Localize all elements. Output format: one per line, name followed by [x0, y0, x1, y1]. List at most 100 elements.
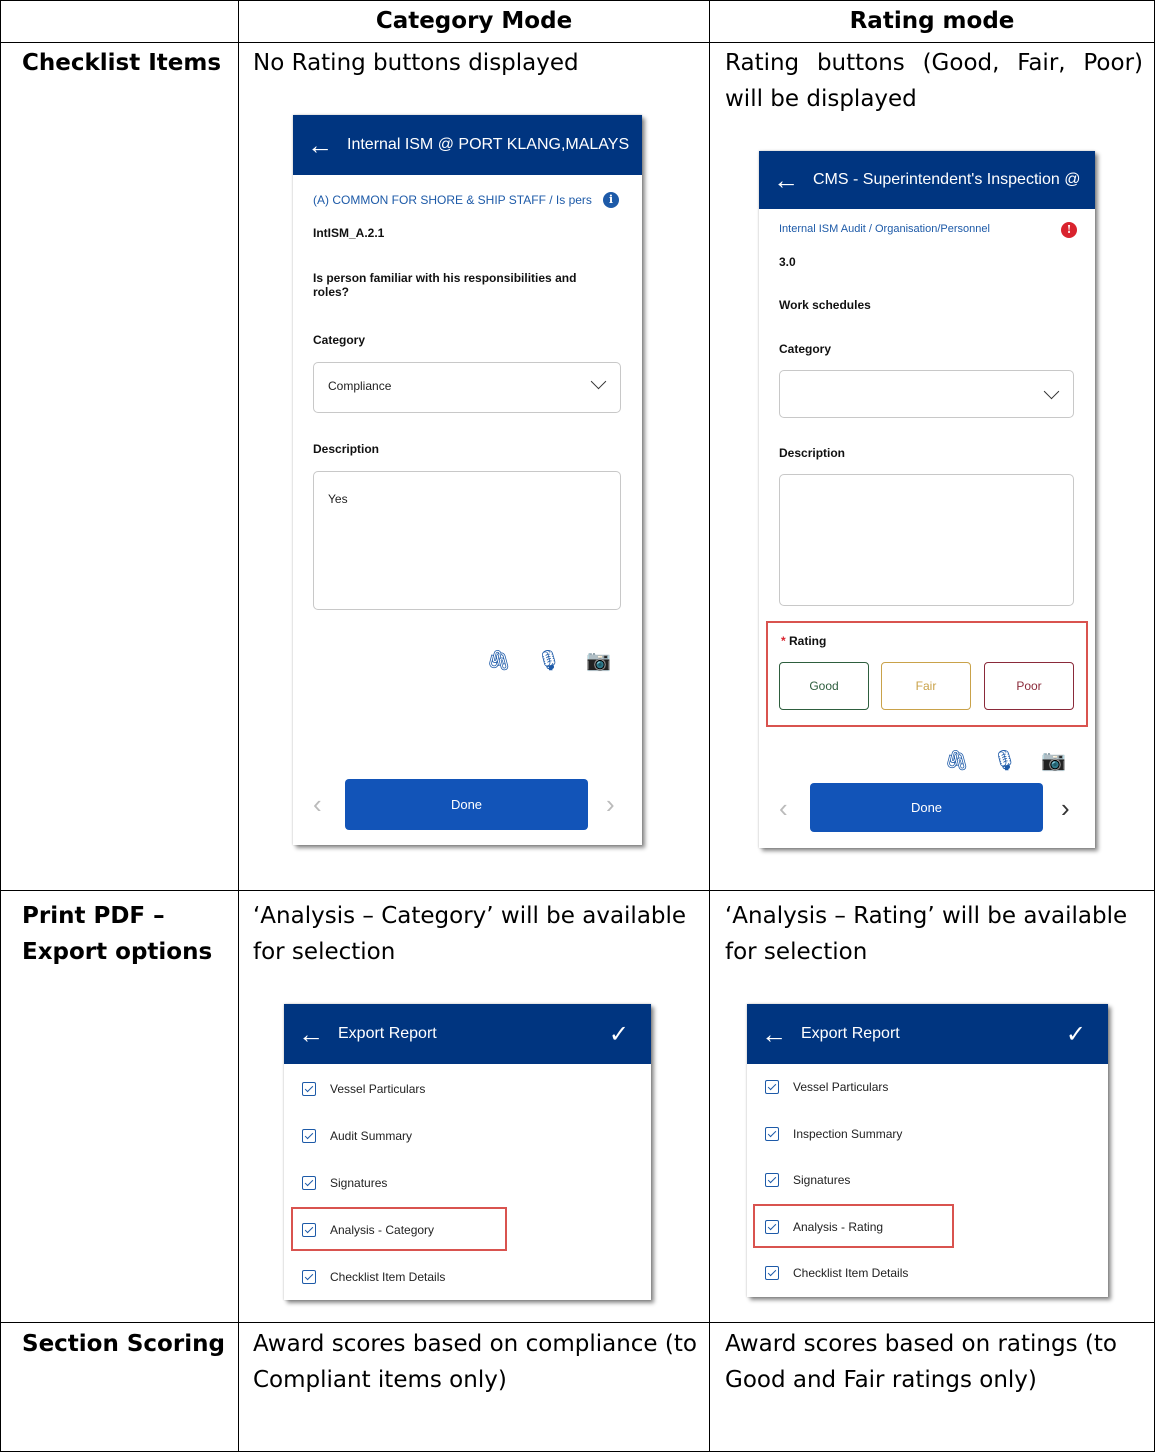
export-option-label: Inspection Summary [793, 1127, 903, 1141]
category-label: Category [779, 342, 832, 356]
table-row-divider [0, 1322, 1155, 1323]
question-text: Work schedules [779, 298, 871, 312]
rating-checklist-text: Rating buttons (Good, Fair, Poor) will b… [725, 50, 1143, 112]
chevron-down-icon [1043, 383, 1060, 400]
app-bar: ← Internal ISM @ PORT KLANG,MALAYS [293, 115, 642, 175]
checkbox-icon[interactable] [302, 1270, 316, 1284]
checkbox-icon[interactable] [765, 1127, 779, 1141]
export-option[interactable]: Vessel Particulars [765, 1080, 888, 1094]
back-arrow-icon[interactable]: ← [298, 1021, 324, 1047]
back-arrow-icon[interactable]: ← [307, 132, 333, 158]
export-report-category: ← Export Report ✓ Vessel Particulars Aud… [284, 1004, 651, 1300]
chevron-down-icon [590, 373, 607, 390]
export-report-rating: ← Export Report ✓ Vessel Particulars Ins… [747, 1004, 1108, 1297]
done-button[interactable]: Done [345, 779, 588, 830]
row-label-checklist-items: Checklist Items [22, 50, 222, 76]
export-option-analysis[interactable]: Analysis - Category [302, 1223, 434, 1237]
chevron-right-icon[interactable]: › [1061, 795, 1070, 821]
export-option-label: Signatures [330, 1176, 388, 1190]
microphone-icon[interactable]: 🎙 [536, 648, 561, 673]
required-marker: * [781, 634, 786, 648]
app-bar: ← Export Report ✓ [284, 1004, 651, 1064]
item-code: IntISM_A.2.1 [313, 226, 385, 240]
category-value: Compliance [328, 379, 392, 393]
checkbox-icon[interactable] [765, 1173, 779, 1187]
paperclip-icon[interactable]: 🖇 [944, 748, 969, 773]
export-option-label: Checklist Item Details [793, 1266, 909, 1280]
app-bar: ← CMS - Superintendent's Inspection @ [759, 151, 1095, 209]
checkbox-icon[interactable] [302, 1223, 316, 1237]
microphone-icon[interactable]: 🎙 [992, 748, 1017, 773]
checkbox-icon[interactable] [765, 1220, 779, 1234]
chevron-left-icon[interactable]: ‹ [779, 795, 788, 821]
export-option[interactable]: Vessel Particulars [302, 1082, 425, 1096]
description-label: Description [779, 446, 846, 460]
export-title: Export Report [801, 1025, 900, 1042]
export-option-label: Analysis - Rating [793, 1220, 884, 1234]
rating-fair-button[interactable]: Fair [881, 662, 971, 710]
header-rating-mode: Rating mode [849, 8, 1015, 34]
export-option-label: Vessel Particulars [793, 1080, 889, 1094]
rating-poor-button[interactable]: Poor [984, 662, 1074, 710]
app-bar: ← Export Report ✓ [747, 1004, 1108, 1064]
category-scoring-text: Award scores based on compliance (to Com… [253, 1331, 697, 1393]
breadcrumb: (A) COMMON FOR SHORE & SHIP STAFF / Is p… [313, 193, 592, 207]
export-option-label: Checklist Item Details [330, 1270, 446, 1284]
rating-scoring-text: Award scores based on ratings (to Good a… [725, 1331, 1117, 1393]
category-export-text: ‘Analysis – Category’ will be available … [253, 903, 687, 965]
export-option-label: Audit Summary [330, 1129, 413, 1143]
table-border-top [0, 0, 1155, 1]
row-label-print-pdf: Print PDF – Export options [22, 903, 213, 965]
screen-title: Internal ISM @ PORT KLANG,MALAYS [347, 136, 630, 153]
paperclip-icon[interactable]: 🖇 [486, 648, 511, 673]
breadcrumb: Internal ISM Audit / Organisation/Person… [779, 223, 990, 235]
export-title: Export Report [338, 1025, 437, 1042]
checkbox-icon[interactable] [765, 1080, 779, 1094]
chevron-left-icon[interactable]: ‹ [313, 791, 322, 817]
table-border-left [0, 0, 1, 1452]
export-option[interactable]: Audit Summary [302, 1129, 412, 1143]
info-icon[interactable]: i [603, 192, 619, 208]
checkbox-icon[interactable] [302, 1176, 316, 1190]
camera-icon[interactable]: 📷 [1041, 748, 1066, 773]
description-label: Description [313, 442, 380, 456]
description-field[interactable]: Yes [313, 471, 621, 610]
export-option[interactable]: Inspection Summary [765, 1127, 902, 1141]
description-field[interactable] [779, 474, 1074, 606]
phone-screenshot-category: ← Internal ISM @ PORT KLANG,MALAYS (A) C… [293, 115, 642, 845]
table-row-divider [0, 42, 1155, 43]
export-option[interactable]: Checklist Item Details [765, 1266, 908, 1280]
category-select[interactable]: Compliance [313, 362, 621, 413]
back-arrow-icon[interactable]: ← [773, 167, 799, 193]
export-option[interactable]: Signatures [765, 1173, 850, 1187]
camera-icon[interactable]: 📷 [586, 648, 611, 673]
done-button[interactable]: Done [810, 783, 1043, 832]
table-column-divider [709, 0, 710, 1452]
question-text: Is person familiar with his responsibili… [313, 271, 577, 299]
header-category-mode: Category Mode [375, 8, 573, 34]
description-value: Yes [328, 492, 348, 506]
checkmark-icon[interactable]: ✓ [1066, 1020, 1086, 1049]
checkbox-icon[interactable] [302, 1129, 316, 1143]
checkmark-icon[interactable]: ✓ [609, 1020, 629, 1049]
export-option[interactable]: Signatures [302, 1176, 387, 1190]
export-option-label: Vessel Particulars [330, 1082, 426, 1096]
rating-good-button[interactable]: Good [779, 662, 869, 710]
item-code: 3.0 [779, 255, 796, 269]
export-option-analysis[interactable]: Analysis - Rating [765, 1220, 883, 1234]
category-checklist-text: No Rating buttons displayed [253, 50, 579, 76]
table-column-divider [238, 0, 239, 1452]
checkbox-icon[interactable] [302, 1082, 316, 1096]
screen-title: CMS - Superintendent's Inspection @ [813, 171, 1081, 188]
category-label: Category [313, 333, 366, 347]
category-select[interactable] [779, 370, 1074, 418]
chevron-right-icon[interactable]: › [606, 791, 615, 817]
rating-export-text: ‘Analysis – Rating’ will be available fo… [725, 903, 1128, 965]
checkbox-icon[interactable] [765, 1266, 779, 1280]
info-icon[interactable]: ! [1061, 222, 1077, 238]
table-row-divider [0, 890, 1155, 891]
back-arrow-icon[interactable]: ← [761, 1021, 787, 1047]
export-option-label: Analysis - Category [330, 1223, 435, 1237]
phone-screenshot-rating: ← CMS - Superintendent's Inspection @ In… [759, 151, 1095, 848]
export-option[interactable]: Checklist Item Details [302, 1270, 445, 1284]
